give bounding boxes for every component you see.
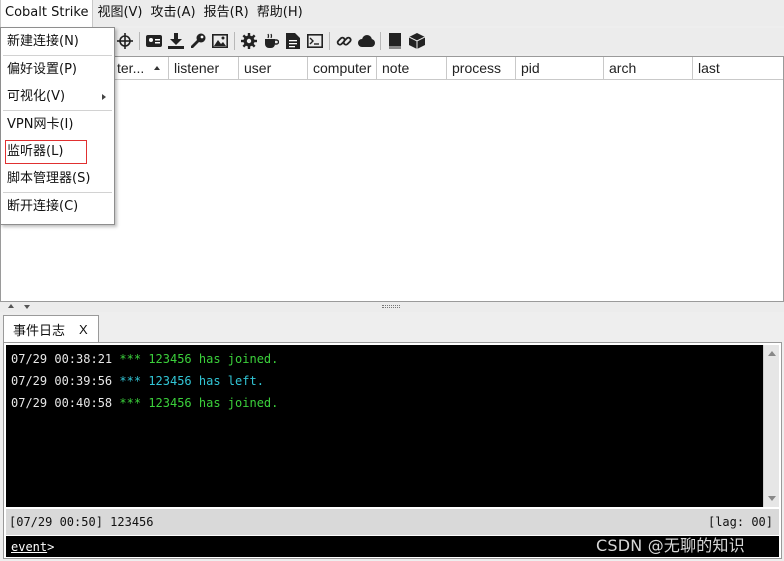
column-header-label: ter... <box>117 60 145 76</box>
toolbar-separator <box>139 32 140 50</box>
log-marker: *** <box>119 374 142 388</box>
image-icon[interactable] <box>209 30 231 52</box>
toolbar-separator <box>380 32 381 50</box>
toolbar-separator <box>329 32 330 50</box>
event-log-console[interactable]: 07/29 00:38:21 *** 123456 has joined. 07… <box>6 345 763 507</box>
column-header-process[interactable]: process <box>447 57 516 80</box>
column-header-external[interactable]: ter... <box>115 57 169 80</box>
cube-icon[interactable] <box>406 30 428 52</box>
download-icon[interactable] <box>165 30 187 52</box>
log-user: 123456 <box>148 374 192 388</box>
column-header-last[interactable]: last <box>693 57 783 80</box>
column-header-pid[interactable]: pid <box>516 57 604 80</box>
link-icon[interactable] <box>333 30 355 52</box>
scroll-down-icon[interactable] <box>768 496 776 501</box>
log-line: 07/29 00:38:21 *** 123456 has joined. <box>11 351 763 373</box>
log-marker: *** <box>119 352 142 366</box>
tab-event-log[interactable]: 事件日志 X <box>3 315 99 342</box>
key-icon[interactable] <box>187 30 209 52</box>
menu-cobalt-strike[interactable]: Cobalt Strike <box>0 0 94 27</box>
menu-bar: Cobalt Strike 视图(V) 攻击(A) 报告(R) 帮助(H) <box>0 0 784 27</box>
prompt-label: event <box>11 539 48 554</box>
menu-help[interactable]: 帮助(H) <box>253 0 307 26</box>
cobalt-strike-menu-dropdown: 新建连接(N) 偏好设置(P) 可视化(V) VPN网卡(I) 监听器(L) 脚… <box>0 27 115 225</box>
event-log-panel: 07/29 00:38:21 *** 123456 has joined. 07… <box>3 342 782 559</box>
log-timestamp: 07/29 00:40:58 <box>11 396 113 410</box>
menu-reporting[interactable]: 报告(R) <box>200 0 253 26</box>
collapse-down-icon[interactable] <box>24 305 30 309</box>
menu-item-vpn-interfaces[interactable]: VPN网卡(I) <box>1 111 114 138</box>
document-icon[interactable] <box>282 30 304 52</box>
log-timestamp: 07/29 00:39:56 <box>11 374 113 388</box>
close-icon[interactable]: X <box>79 322 88 337</box>
column-header-listener[interactable]: listener <box>169 57 239 80</box>
sessions-table[interactable] <box>0 56 784 302</box>
log-user: 123456 <box>148 352 192 366</box>
prompt-suffix: > <box>47 539 55 554</box>
log-message: has joined. <box>198 396 279 410</box>
log-line: 07/29 00:39:56 *** 123456 has left. <box>11 373 763 395</box>
menu-view[interactable]: 视图(V) <box>93 0 146 26</box>
menu-item-script-manager[interactable]: 脚本管理器(S) <box>1 165 114 192</box>
log-message: has joined. <box>198 352 279 366</box>
menu-item-disconnect[interactable]: 断开连接(C) <box>1 193 114 220</box>
coffee-icon[interactable] <box>260 30 282 52</box>
terminal-icon[interactable] <box>304 30 326 52</box>
tab-label: 事件日志 <box>13 323 66 339</box>
log-timestamp: 07/29 00:38:21 <box>11 352 113 366</box>
menu-item-new-connection[interactable]: 新建连接(N) <box>1 28 114 55</box>
table-header-row: ter... listener user computer note proce… <box>1 57 783 80</box>
menu-item-listeners[interactable]: 监听器(L) <box>1 138 114 165</box>
split-pane-divider[interactable] <box>0 302 784 312</box>
crosshair-icon[interactable] <box>114 30 136 52</box>
book-icon[interactable] <box>384 30 406 52</box>
cloud-icon[interactable] <box>355 30 377 52</box>
collapse-up-icon[interactable] <box>8 304 14 308</box>
column-header-note[interactable]: note <box>377 57 447 80</box>
card-icon[interactable] <box>143 30 165 52</box>
lag-indicator: [lag: 00] <box>707 515 773 529</box>
log-user: 123456 <box>148 396 192 410</box>
menu-attack[interactable]: 攻击(A) <box>147 0 200 26</box>
column-header-arch[interactable]: arch <box>604 57 693 80</box>
menu-item-preferences[interactable]: 偏好设置(P) <box>1 56 114 83</box>
toolbar-separator <box>234 32 235 50</box>
log-message: has left. <box>198 374 264 388</box>
drag-handle-icon[interactable] <box>382 305 400 308</box>
sort-ascending-icon <box>154 66 160 70</box>
submenu-arrow-icon <box>102 94 106 100</box>
status-left: [07/29 00:50] 123456 <box>9 515 154 529</box>
column-header-user[interactable]: user <box>239 57 308 80</box>
cobalt-strike-window: Cobalt Strike 视图(V) 攻击(A) 报告(R) 帮助(H) te… <box>0 0 784 561</box>
menu-item-visualization[interactable]: 可视化(V) <box>1 83 114 110</box>
toolbar <box>0 28 784 54</box>
menu-item-label: 可视化(V) <box>7 89 66 104</box>
log-marker: *** <box>119 396 142 410</box>
log-line: 07/29 00:40:58 *** 123456 has joined. <box>11 395 763 417</box>
console-scrollbar[interactable] <box>763 345 779 507</box>
gear-icon[interactable] <box>238 30 260 52</box>
scroll-up-icon[interactable] <box>768 351 776 356</box>
column-header-computer[interactable]: computer <box>308 57 377 80</box>
watermark: CSDN @无聊的知识 <box>596 536 745 555</box>
